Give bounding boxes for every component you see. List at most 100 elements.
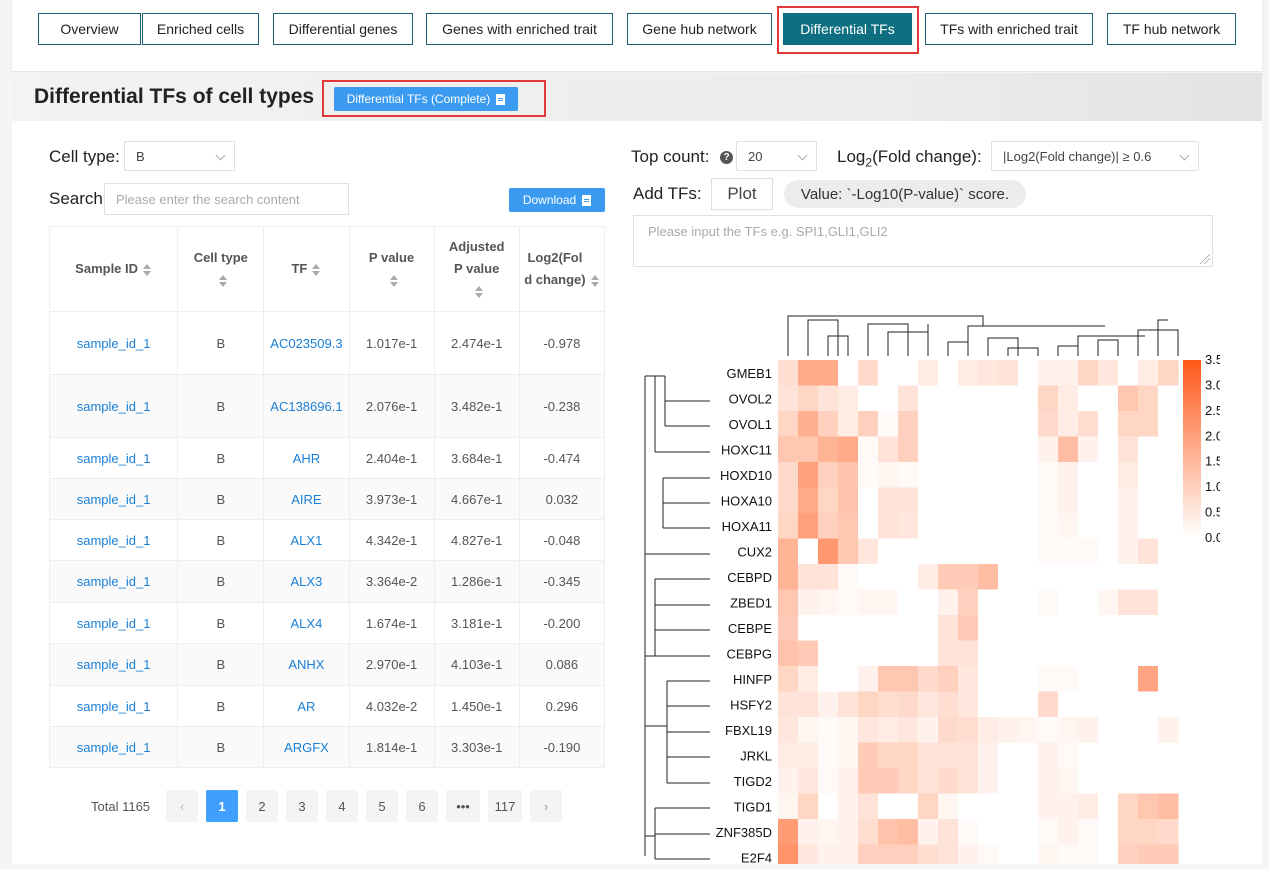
page-button[interactable]: 2 <box>246 790 279 822</box>
table-row[interactable]: sample_id_1 B ARGFX 1.814e-1 3.303e-1 -0.190 <box>48 726 606 768</box>
cell-tf[interactable]: AR <box>263 685 350 727</box>
heatmap-cell <box>938 793 959 820</box>
page-button[interactable]: 3 <box>286 790 319 822</box>
table-row[interactable]: sample_id_1 B ALX4 1.674e-1 3.181e-1 -0.200 <box>48 602 606 644</box>
tab-overview[interactable]: Overview <box>38 13 141 45</box>
heatmap-cell <box>878 487 899 514</box>
cell-sample-id[interactable]: sample_id_1 <box>48 374 179 438</box>
cell-tf[interactable]: ALX3 <box>263 560 350 603</box>
tab-gene-hub-network[interactable]: Gene hub network <box>627 13 772 45</box>
cell-tf[interactable]: ARGFX <box>263 726 350 768</box>
search-input[interactable]: Please enter the search content <box>104 183 349 215</box>
page-button[interactable]: 4 <box>326 790 359 822</box>
heatmap-cell <box>898 360 919 386</box>
heatmap-cell <box>818 411 839 437</box>
table-row[interactable]: sample_id_1 B ANHX 2.970e-1 4.103e-1 0.086 <box>48 643 606 686</box>
heatmap-cell <box>958 513 979 539</box>
tfs-input[interactable]: Please input the TFs e.g. SPI1,GLI1,GLI2 <box>633 215 1213 267</box>
cell-tf[interactable]: AC023509.3 <box>263 311 350 375</box>
fold-change-select[interactable]: |Log2(Fold change)| ≥ 0.6 <box>991 141 1199 171</box>
table-row[interactable]: sample_id_1 B ALX3 3.364e-2 1.286e-1 -0.345 <box>48 560 606 603</box>
sort-icon[interactable] <box>218 274 228 287</box>
table-row[interactable]: sample_id_1 B AR 4.032e-2 1.450e-1 0.296 <box>48 685 606 727</box>
colorbar-tick-label: 0.5 <box>1205 505 1220 520</box>
row-dendrogram-branch <box>645 655 667 837</box>
heatmap-cell <box>938 615 959 641</box>
col-cell-type[interactable]: Cell type <box>177 226 265 312</box>
top-count-select[interactable]: 20 <box>736 141 817 171</box>
page-button[interactable]: 6 <box>406 790 439 822</box>
cell-sample-id[interactable]: sample_id_1 <box>48 602 179 644</box>
heatmap-cell <box>858 385 879 412</box>
sort-icon[interactable] <box>311 263 321 276</box>
table-row[interactable]: sample_id_1 B AC023509.3 1.017e-1 2.474e-1 -0… <box>48 311 606 375</box>
heatmap-cell <box>1078 487 1099 514</box>
heatmap-cell <box>1138 666 1159 692</box>
table-row[interactable]: sample_id_1 B AHR 2.404e-1 3.684e-1 -0.474 <box>48 437 606 479</box>
col-sample-id[interactable]: Sample ID <box>48 226 179 312</box>
resize-handle-icon[interactable] <box>1200 254 1210 264</box>
cell-sample-id[interactable]: sample_id_1 <box>48 685 179 727</box>
cell-tf[interactable]: AC138696.1 <box>263 374 350 438</box>
heatmap-cell <box>1018 564 1039 590</box>
cell-sample-id[interactable]: sample_id_1 <box>48 311 179 375</box>
next-page-button[interactable]: › <box>530 790 563 822</box>
heatmap-cell <box>1138 640 1159 667</box>
page-button[interactable]: 5 <box>366 790 399 822</box>
cell-tf[interactable]: AIRE <box>263 478 350 520</box>
page-list: 1 2 3 4 5 6 ••• 117 <box>206 790 530 822</box>
sort-icon[interactable] <box>142 263 152 276</box>
heatmap-cell <box>1058 666 1079 692</box>
sort-icon[interactable] <box>590 274 600 287</box>
help-icon[interactable]: ? <box>720 151 733 164</box>
heatmap-cell <box>1018 666 1039 692</box>
cell-cell-type: B <box>177 519 265 561</box>
heatmap-cell <box>838 385 859 412</box>
tab-differential-genes[interactable]: Differential genes <box>273 13 413 45</box>
plot-button[interactable]: Plot <box>711 178 773 210</box>
table-row[interactable]: sample_id_1 B AIRE 3.973e-1 4.667e-1 0.032 <box>48 478 606 520</box>
table-row[interactable]: sample_id_1 B AC138696.1 2.076e-1 3.482e-1 -0… <box>48 374 606 438</box>
heatmap-cell <box>778 640 799 667</box>
cell-sample-id[interactable]: sample_id_1 <box>48 437 179 479</box>
cell-sample-id[interactable]: sample_id_1 <box>48 519 179 561</box>
prev-page-button[interactable]: ‹ <box>166 790 199 822</box>
col-p-value[interactable]: P value <box>348 226 435 312</box>
table-row[interactable]: sample_id_1 B ALX1 4.342e-1 4.827e-1 -0.048 <box>48 519 606 561</box>
cell-tf[interactable]: AHR <box>263 437 350 479</box>
cell-type-select[interactable]: B <box>124 141 235 171</box>
tab-tf-hub-network[interactable]: TF hub network <box>1107 13 1236 45</box>
tab-genes-enriched-trait[interactable]: Genes with enriched trait <box>426 13 613 45</box>
heatmap-cell <box>838 717 859 743</box>
sort-icon[interactable] <box>389 274 399 287</box>
differential-tfs-complete-button[interactable]: Differential TFs (Complete) <box>334 87 518 111</box>
heatmap-cell <box>1138 793 1159 820</box>
add-tfs-label: Add TFs: <box>633 184 702 203</box>
cell-sample-id[interactable]: sample_id_1 <box>48 726 179 768</box>
col-adjusted-p-value[interactable]: Adjusted P value <box>433 226 520 312</box>
heatmap-cell <box>1058 385 1079 412</box>
tab-enriched-cells[interactable]: Enriched cells <box>142 13 259 45</box>
cell-sample-id[interactable]: sample_id_1 <box>48 643 179 686</box>
tab-differential-tfs[interactable]: Differential TFs <box>783 13 912 45</box>
heatmap-cell <box>1038 385 1059 412</box>
cell-sample-id[interactable]: sample_id_1 <box>48 560 179 603</box>
tfs-placeholder: Please input the TFs e.g. SPI1,GLI1,GLI2 <box>648 224 888 239</box>
cell-tf[interactable]: ANHX <box>263 643 350 686</box>
heatmap-cell <box>858 717 879 743</box>
tab-tfs-enriched-trait[interactable]: TFs with enriched trait <box>925 13 1093 45</box>
col-tf[interactable]: TF <box>263 226 350 312</box>
heatmap-cell <box>1158 666 1179 692</box>
cell-sample-id[interactable]: sample_id_1 <box>48 478 179 520</box>
heatmap-cell <box>778 564 799 590</box>
cell-tf[interactable]: ALX4 <box>263 602 350 644</box>
page-button[interactable]: 117 <box>488 790 523 822</box>
heatmap-cell <box>878 615 899 641</box>
more-pages-button[interactable]: ••• <box>446 790 481 822</box>
cell-tf[interactable]: ALX1 <box>263 519 350 561</box>
heatmap-cell <box>898 717 919 743</box>
download-button[interactable]: Download <box>509 188 605 212</box>
page-button[interactable]: 1 <box>206 790 239 822</box>
sort-icon[interactable] <box>474 285 484 298</box>
col-log2-fold-change[interactable]: Log2(Fold change) <box>518 226 606 312</box>
